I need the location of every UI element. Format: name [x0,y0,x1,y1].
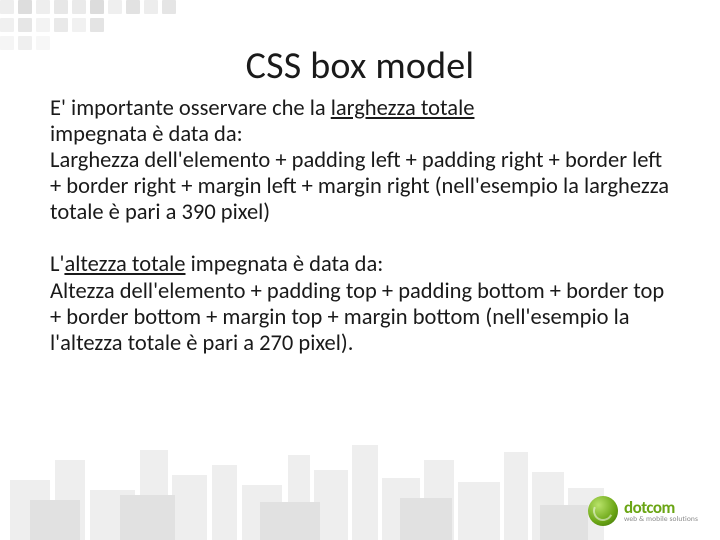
text: L' [50,251,64,278]
logo-text-main: dotcom [624,499,698,516]
logo: dotcom web & mobile solutions [588,496,698,526]
underlined-term-height: altezza totale [64,251,185,278]
formula-width: Larghezza dell'elemento + padding left +… [50,147,669,226]
slide-body: E' importante osservare che la larghezza… [50,96,670,383]
underlined-term-width: larghezza totale [331,95,475,122]
globe-icon [588,496,618,526]
text: E' importante osservare che la [50,95,331,122]
paragraph-height: L'altezza totale impegnata è data da: Al… [50,252,670,356]
text: impegnata è data da: [50,121,243,148]
formula-height: Altezza dell'elemento + padding top + pa… [50,278,664,357]
slide-title: CSS box model [0,43,720,89]
text: impegnata è data da: [186,251,384,278]
paragraph-width: E' importante osservare che la larghezza… [50,96,670,226]
logo-text-sub: web & mobile solutions [624,516,698,524]
slide: CSS box model E' importante osservare ch… [0,0,720,540]
